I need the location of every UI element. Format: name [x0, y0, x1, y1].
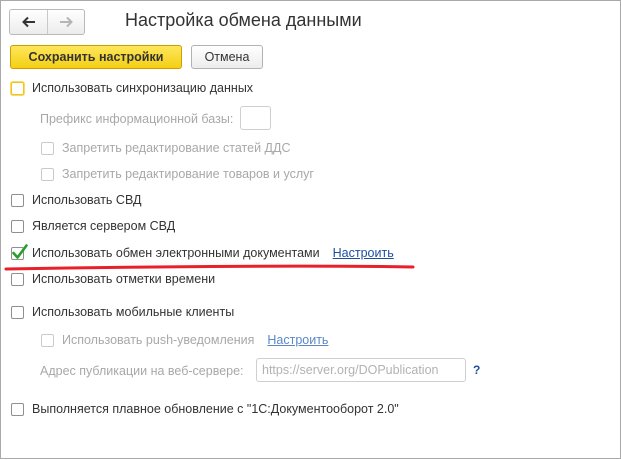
dialog-window: Настройка обмена данными Сохранить настр… — [0, 0, 621, 459]
use-svd-label: Использовать СВД — [32, 193, 142, 207]
use-sync-checkbox[interactable] — [11, 81, 24, 95]
save-settings-button[interactable]: Сохранить настройки — [10, 45, 182, 69]
base-prefix-label: Префикс информационной базы: — [40, 112, 234, 126]
svd-server-row[interactable]: Является сервером СВД — [11, 217, 175, 235]
publication-address-label: Адрес публикации на веб-сервере: — [40, 364, 244, 378]
svd-server-label: Является сервером СВД — [32, 219, 176, 233]
cancel-button[interactable]: Отмена — [191, 45, 263, 69]
use-push-checkbox[interactable] — [41, 333, 54, 347]
use-mobile-row[interactable]: Использовать мобильные клиенты — [11, 303, 234, 321]
publication-address-input[interactable]: https://server.org/DOPublication — [256, 358, 466, 382]
base-prefix-input[interactable] — [240, 106, 271, 130]
help-icon[interactable]: ? — [473, 363, 480, 377]
arrow-right-icon — [60, 16, 73, 28]
use-edo-checkbox[interactable] — [11, 243, 28, 260]
use-edo-label: Использовать обмен электронными документ… — [32, 246, 320, 260]
use-sync-label: Использовать синхронизацию данных — [32, 81, 254, 95]
configure-push-link[interactable]: Настроить — [267, 333, 328, 347]
use-timestamps-label: Использовать отметки времени — [32, 272, 216, 286]
smooth-update-label: Выполняется плавное обновление с "1С:Док… — [32, 402, 399, 416]
page-title: Настройка обмена данными — [125, 10, 362, 30]
arrow-left-icon — [21, 16, 35, 28]
use-mobile-checkbox[interactable] — [11, 305, 24, 319]
use-svd-row[interactable]: Использовать СВД — [11, 191, 141, 209]
forbid-goods-label: Запретить редактирование товаров и услуг — [62, 167, 314, 181]
forbid-dds-label: Запретить редактирование статей ДДС — [62, 141, 291, 155]
use-timestamps-row[interactable]: Использовать отметки времени — [11, 270, 215, 288]
use-sync-row[interactable]: Использовать синхронизацию данных — [11, 79, 253, 97]
forbid-goods-row[interactable]: Запретить редактирование товаров и услуг — [41, 165, 314, 183]
smooth-update-row[interactable]: Выполняется плавное обновление с "1С:Док… — [11, 400, 399, 418]
use-svd-checkbox[interactable] — [11, 193, 24, 207]
use-edo-row[interactable]: Использовать обмен электронными документ… — [11, 243, 394, 262]
forbid-goods-checkbox[interactable] — [41, 167, 54, 181]
smooth-update-checkbox[interactable] — [11, 402, 24, 416]
forbid-dds-checkbox[interactable] — [41, 141, 54, 155]
checkmark-icon — [12, 243, 28, 259]
configure-edo-link[interactable]: Настроить — [333, 246, 394, 260]
use-push-label: Использовать push-уведомления — [62, 333, 255, 347]
navigation-buttons — [9, 9, 85, 35]
svd-server-checkbox[interactable] — [11, 219, 24, 233]
forbid-dds-row[interactable]: Запретить редактирование статей ДДС — [41, 139, 291, 157]
use-timestamps-checkbox[interactable] — [11, 272, 24, 286]
use-push-row[interactable]: Использовать push-уведомления Настроить — [41, 331, 328, 349]
back-button[interactable] — [10, 10, 47, 34]
forward-button[interactable] — [47, 10, 84, 34]
use-mobile-label: Использовать мобильные клиенты — [32, 305, 235, 319]
